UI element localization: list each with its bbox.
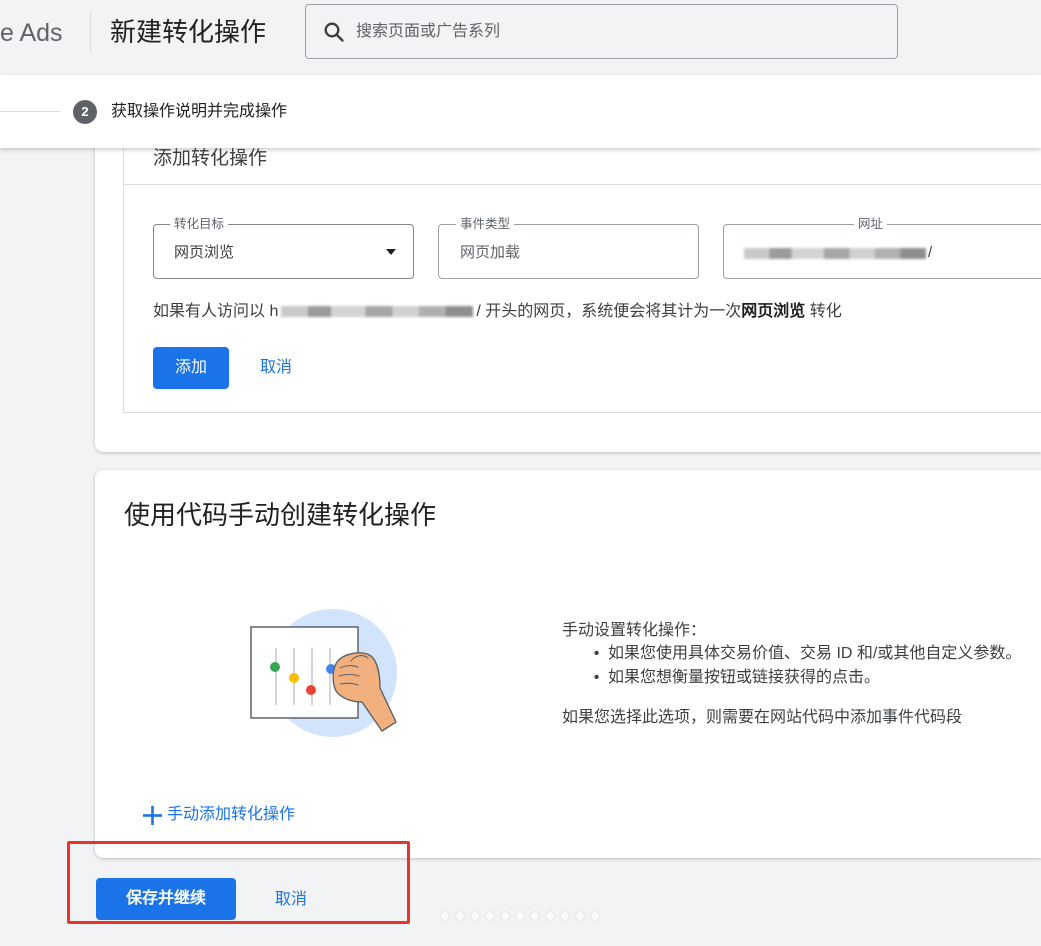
loading-dot xyxy=(471,912,479,920)
search-box[interactable] xyxy=(305,4,898,59)
loading-dot xyxy=(486,912,494,920)
event-type-label: 事件类型 xyxy=(456,216,515,232)
add-conversion-title: 添加转化操作 xyxy=(153,148,268,169)
manual-intro: 手动设置转化操作： xyxy=(562,622,707,639)
url-label: 网址 xyxy=(854,216,888,232)
loading-dot xyxy=(441,912,449,920)
loading-dot xyxy=(531,912,539,920)
loading-dot xyxy=(516,912,524,920)
conversion-description: 如果有人访问以 h / 开头的网页，系统便会将其计为一次网页浏览 转化 xyxy=(153,301,842,323)
cancel-add-link[interactable]: 取消 xyxy=(260,347,292,389)
add-button[interactable]: 添加 xyxy=(153,347,229,389)
loading-dot xyxy=(591,912,599,920)
loading-dot xyxy=(456,912,464,920)
loading-dot xyxy=(501,912,509,920)
page-title: 新建转化操作 xyxy=(110,17,267,47)
search-input[interactable] xyxy=(356,5,886,58)
loading-dots xyxy=(441,912,599,920)
brand-logo-text[interactable]: e Ads xyxy=(0,17,63,49)
list-item: 如果您使用具体交易价值、交易 ID 和/或其他自定义参数。 xyxy=(590,642,1021,666)
manual-bullet-list: 如果您使用具体交易价值、交易 ID 和/或其他自定义参数。 如果您想衡量按钮或链… xyxy=(590,642,1021,690)
event-type-field[interactable]: 事件类型 网页加载 xyxy=(438,216,699,279)
loading-dot xyxy=(561,912,569,920)
list-item: 如果您想衡量按钮或链接获得的点击。 xyxy=(590,666,1021,690)
event-type-value: 网页加载 xyxy=(460,244,521,261)
website-conversion-card: 添加转化操作 转化目标 网页浏览 事件类型 网页加载 网址 / 如果有人访问以 … xyxy=(95,110,1041,452)
conversion-goal-label: 转化目标 xyxy=(170,216,229,232)
description-middle: / 开头的网页，系统便会将其计为一次 xyxy=(476,303,742,320)
stepper-bar: 2 获取操作说明并完成操作 xyxy=(0,75,1041,148)
loading-dot xyxy=(576,912,584,920)
step-connector-line xyxy=(0,111,60,112)
url-value-suffix: / xyxy=(928,244,933,261)
annotation-highlight-box xyxy=(67,841,410,924)
conversion-goal-value: 网页浏览 xyxy=(174,244,235,261)
add-manual-conversion-link[interactable]: 手动添加转化操作 xyxy=(167,804,295,826)
hand-slider-illustration xyxy=(250,609,397,737)
description-suffix: 转化 xyxy=(805,303,842,320)
description-bold: 网页浏览 xyxy=(741,303,806,320)
step-number-badge: 2 xyxy=(73,100,97,124)
manual-section-title: 使用代码手动创建转化操作 xyxy=(124,500,437,530)
description-prefix: 如果有人访问以 h xyxy=(153,303,279,320)
loading-dot xyxy=(546,912,554,920)
manual-code-card: 使用代码手动创建转化操作 手动设置转化操作： 如果您使用具体交易价值、交易 ID… xyxy=(95,470,1041,858)
step-label: 获取操作说明并完成操作 xyxy=(111,103,288,120)
redacted-url-blur xyxy=(744,248,926,259)
url-field[interactable]: 网址 / xyxy=(723,216,1041,279)
dropdown-arrow-icon[interactable] xyxy=(386,249,396,255)
manual-note: 如果您选择此选项，则需要在网站代码中添加事件代码段 xyxy=(562,709,963,726)
redacted-url-blur xyxy=(281,306,474,317)
conversion-goal-select[interactable]: 转化目标 网页浏览 xyxy=(153,216,414,279)
header-divider xyxy=(90,12,91,52)
top-app-bar: e Ads 新建转化操作 xyxy=(0,0,1041,75)
search-icon xyxy=(324,22,344,42)
plus-icon[interactable] xyxy=(143,806,162,825)
